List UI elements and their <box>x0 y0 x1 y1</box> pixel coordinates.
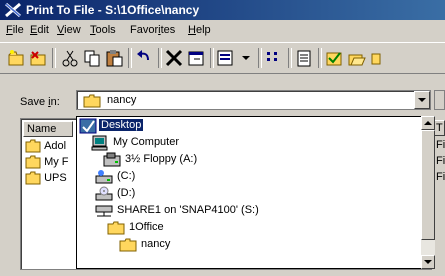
dropdown-item-my-computer[interactable]: My Computer <box>89 135 409 151</box>
toolbar-separator <box>52 48 56 68</box>
scroll-up-button[interactable] <box>421 116 435 130</box>
save-in-value: nancy <box>107 94 137 106</box>
list-item[interactable]: UPS <box>25 171 67 187</box>
menu-file-mnemonic: F <box>6 24 13 36</box>
save-in-label: Save in: <box>20 96 60 108</box>
delete-icon[interactable] <box>164 48 184 68</box>
dropdown-item-desktop[interactable]: Desktop <box>77 118 417 134</box>
file-name: My F <box>44 156 69 168</box>
toolbar-separator <box>158 48 162 68</box>
toolbar <box>0 42 445 74</box>
menu-help-mnemonic: H <box>188 24 196 36</box>
file-name: UPS <box>44 172 67 184</box>
menu-favorites[interactable]: Favorites <box>130 24 175 36</box>
delete-folder-icon[interactable] <box>28 48 48 68</box>
views-icon[interactable] <box>216 48 236 68</box>
dropdown-item-1office[interactable]: 1Office <box>105 220 385 236</box>
computer-icon <box>91 135 108 151</box>
chevron-up-icon <box>424 121 432 125</box>
dropdown-item-label: nancy <box>141 238 171 250</box>
toolbar-separator <box>318 48 322 68</box>
chevron-down-icon <box>424 260 432 264</box>
toolbar-separator <box>288 48 292 68</box>
save-in-dropdown-list[interactable]: Desktop My Computer 3½ Floppy (A:) (C:) … <box>76 116 432 269</box>
dropdown-item-nancy[interactable]: nancy <box>117 237 377 253</box>
toolbar-separator <box>258 48 262 68</box>
desktop-icon <box>79 118 97 134</box>
save-in-combobox[interactable]: nancy <box>76 90 431 110</box>
open-folder-icon[interactable] <box>346 48 366 68</box>
dropdown-item-label: My Computer <box>113 136 180 148</box>
drive-icon <box>95 170 113 184</box>
menu-bar: File Edit View Tools Favorites Help <box>0 22 445 40</box>
menu-edit-rest: dit <box>37 24 49 36</box>
file-type: Fi <box>436 155 445 167</box>
list-item[interactable]: Adol <box>25 139 66 155</box>
list-view-icon[interactable] <box>264 48 284 68</box>
save-in-label-pre: Save <box>20 96 49 108</box>
scroll-down-button[interactable] <box>421 255 435 269</box>
toolbar-separator <box>128 48 132 68</box>
dropdown-item-floppy[interactable]: 3½ Floppy (A:) <box>101 152 401 168</box>
folder-icon <box>25 155 41 169</box>
menu-view[interactable]: View <box>57 24 81 36</box>
dropdown-scrollbar[interactable] <box>421 116 435 269</box>
folder-icon <box>119 238 137 252</box>
dropdown-item-label: SHARE1 on 'SNAP4100' (S:) <box>117 204 259 216</box>
folder-icon <box>25 171 41 185</box>
menu-view-rest: iew <box>64 24 81 36</box>
dropdown-item-share1[interactable]: SHARE1 on 'SNAP4100' (S:) <box>93 203 413 219</box>
dropdown-item-label: (D:) <box>117 187 136 199</box>
dropdown-item-c-drive[interactable]: (C:) <box>93 169 393 185</box>
undo-icon[interactable] <box>134 48 154 68</box>
menu-help[interactable]: Help <box>188 24 211 36</box>
menu-favorites-rest: tes <box>160 24 176 36</box>
network-drive-icon <box>95 205 113 217</box>
folder-icon <box>107 221 125 235</box>
document-icon[interactable] <box>294 48 314 68</box>
cd-drive-icon <box>95 186 113 201</box>
dropdown-item-label: 1Office <box>129 221 164 233</box>
floppy-icon <box>103 152 121 167</box>
dropdown-item-label: Desktop <box>99 119 144 131</box>
save-in-dropdown-button[interactable] <box>414 91 430 109</box>
menu-file[interactable]: File <box>6 24 24 36</box>
views-dropdown-icon[interactable] <box>236 48 256 68</box>
toolbar-separator <box>210 48 214 68</box>
print-to-file-icon <box>5 2 21 18</box>
new-folder-icon[interactable] <box>6 48 26 68</box>
file-name: Adol <box>44 140 67 152</box>
paste-icon[interactable] <box>104 48 124 68</box>
toolbar-more-icon[interactable] <box>368 48 388 68</box>
menu-tools[interactable]: Tools <box>90 24 116 36</box>
menu-favorites-pre: Favor <box>130 24 159 36</box>
title-bar: Print To File - S:\1Office\nancy <box>0 0 445 20</box>
dropdown-item-label: (C:) <box>117 170 136 182</box>
window-title: Print To File - S:\1Office\nancy <box>26 3 200 17</box>
name-column-header[interactable]: Name <box>23 121 73 137</box>
cut-icon[interactable] <box>60 48 80 68</box>
dropdown-item-d-drive[interactable]: (D:) <box>93 186 393 202</box>
up-one-level-button[interactable] <box>434 90 445 110</box>
save-in-label-post: n: <box>50 96 60 108</box>
chevron-down-icon <box>418 98 426 102</box>
menu-edit[interactable]: Edit <box>30 24 49 36</box>
menu-file-rest: ile <box>12 24 24 36</box>
checklist-icon[interactable] <box>324 48 344 68</box>
folder-icon <box>25 139 41 153</box>
menu-help-rest: elp <box>195 24 211 36</box>
copy-icon[interactable] <box>82 48 102 68</box>
dropdown-item-label: 3½ Floppy (A:) <box>125 153 198 165</box>
scroll-thumb[interactable] <box>421 130 435 240</box>
list-item[interactable]: My F <box>25 155 69 171</box>
folder-icon <box>83 94 101 108</box>
file-type: Fi <box>436 171 445 183</box>
menu-tools-rest: ools <box>95 24 116 36</box>
file-type: Fi <box>436 139 445 151</box>
properties-icon[interactable] <box>186 48 206 68</box>
